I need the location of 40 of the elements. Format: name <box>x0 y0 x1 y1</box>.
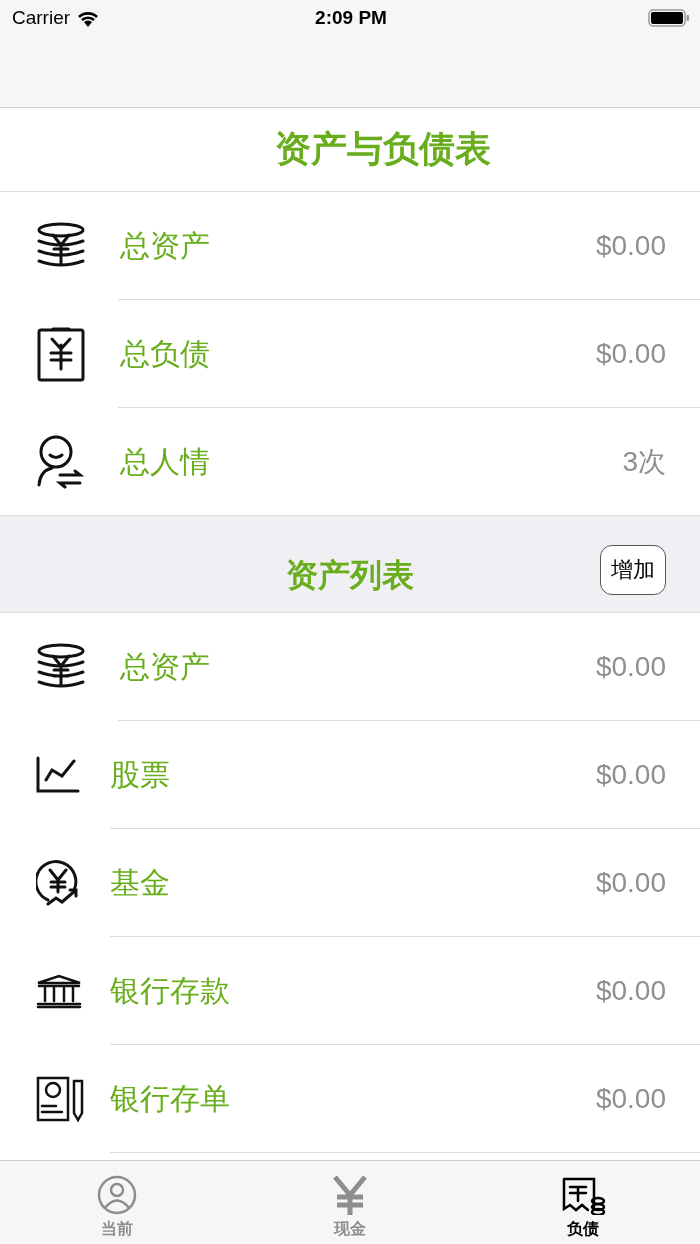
row-label: 股票 <box>110 756 170 793</box>
line-chart-icon <box>36 756 80 794</box>
tab-item[interactable]: 现金 <box>233 1161 467 1244</box>
yen-icon <box>333 1175 367 1215</box>
row-label: 总资产 <box>120 648 210 685</box>
row-value: $0.00 <box>595 651 666 683</box>
row-value: $0.00 <box>595 1083 666 1115</box>
person-exchange-icon <box>36 435 84 489</box>
section-title: 资产列表 <box>286 556 414 595</box>
row-value: $0.00 <box>595 759 666 791</box>
list-row[interactable]: 总资产 $0.00 <box>0 192 700 300</box>
row-label: 银行存单 <box>110 1080 230 1117</box>
list-row[interactable]: 股票 $0.00 <box>0 721 700 829</box>
row-label: 银行存款 <box>110 972 230 1009</box>
user-circle-icon <box>96 1175 137 1215</box>
battery-icon <box>648 9 690 27</box>
list-row[interactable]: 基金 $0.00 <box>0 829 700 937</box>
add-button[interactable]: 增加 <box>600 545 666 595</box>
list-row[interactable]: 银行存单 $0.00 <box>0 1045 700 1153</box>
row-value: $0.00 <box>595 230 666 262</box>
certificate-pencil-icon <box>36 1075 84 1123</box>
row-label: 基金 <box>110 864 170 901</box>
tab-item[interactable]: 负债 <box>466 1161 700 1244</box>
page-title: 资产与负债表 <box>274 127 491 171</box>
list-row[interactable]: 银行存款 $0.00 <box>0 937 700 1045</box>
list-row[interactable]: 总资产 $0.00 <box>0 613 700 721</box>
list-row[interactable]: 总负债 $0.00 <box>0 300 700 408</box>
status-time: 2:09 PM <box>315 7 387 29</box>
row-value: $0.00 <box>595 867 666 899</box>
row-value: $0.00 <box>595 975 666 1007</box>
tab-item[interactable]: 当前 <box>0 1161 234 1244</box>
bank-icon <box>36 973 82 1009</box>
clipboard-icon <box>36 325 86 383</box>
row-value: 3次 <box>622 445 666 479</box>
row-value: $0.00 <box>595 338 666 370</box>
row-label: 总人情 <box>120 443 210 480</box>
carrier-name: Carrier <box>12 7 71 29</box>
bill-coins-icon <box>560 1177 607 1215</box>
row-label: 总资产 <box>120 227 210 264</box>
row-label: 总负债 <box>120 335 210 372</box>
